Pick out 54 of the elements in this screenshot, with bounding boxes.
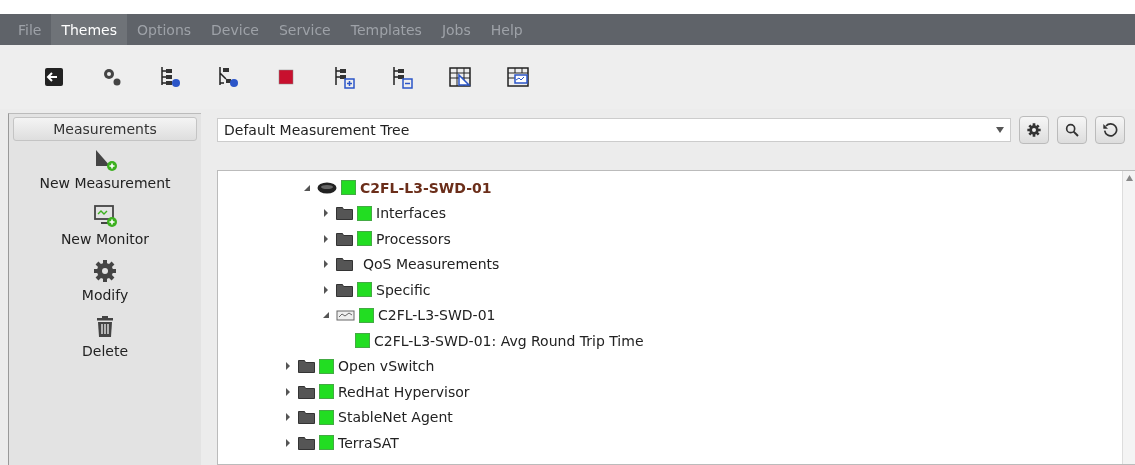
folder-icon [336,282,353,297]
folder-icon [336,257,353,272]
folder-icon [298,435,315,450]
expand-arrow-icon[interactable] [322,260,330,269]
table-ruler-icon [448,65,472,89]
refresh-icon [1102,122,1118,138]
monitor-icon [336,308,355,323]
expand-arrow-icon[interactable] [284,362,292,371]
collapse-arrow-icon[interactable] [322,311,330,320]
tree-item[interactable]: Specific [376,281,431,298]
scrollbar[interactable] [1122,171,1135,464]
expand-arrow-icon[interactable] [322,209,330,218]
exit-icon [42,65,66,89]
folder-icon [298,359,315,374]
dropdown-arrow-icon [996,127,1004,133]
action-button[interactable]: Modify [81,287,129,303]
table-monitor-icon [506,65,530,89]
search-button[interactable] [1057,116,1087,144]
tree-item[interactable]: C2FL-L3-SWD-01 [360,179,492,196]
scroll-up-icon [1125,175,1133,181]
folder-icon [298,384,315,399]
folder-icon [298,410,315,425]
collapse-arrow-icon[interactable] [303,183,311,192]
tree-item[interactable]: Processors [376,230,451,247]
tree-add-icon [332,65,356,89]
menu-item[interactable]: Themes [51,14,128,45]
tree-item[interactable]: Open vSwitch [338,358,435,375]
tree-item[interactable]: C2FL-L3-SWD-01 [378,307,496,324]
expand-arrow-icon[interactable] [284,387,292,396]
expand-arrow-icon[interactable] [322,285,330,294]
action-button[interactable]: New Measurement [39,175,171,191]
tree-item[interactable]: TerraSAT [338,434,399,451]
refresh-button[interactable] [1095,116,1125,144]
settings-button[interactable] [1019,116,1049,144]
expand-arrow-icon[interactable] [322,234,330,243]
monitor-add-icon [93,203,117,227]
action-button[interactable]: Delete [82,343,128,359]
tree-item[interactable]: QoS Measurements [363,256,500,273]
tree-item[interactable]: StableNet Agent [338,409,453,426]
tree-dropdown[interactable]: Default Measurement Tree [217,118,1011,142]
search-icon [1064,122,1080,138]
tree-item[interactable]: RedHat Hypervisor [338,383,470,400]
router-icon [317,181,337,194]
expand-arrow-icon[interactable] [284,438,292,447]
tree-settings-icon [158,65,182,89]
tree-item[interactable]: C2FL-L3-SWD-01: Avg Round Trip Time [374,332,644,349]
folder-icon [336,206,353,221]
tree-remove-icon [390,65,414,89]
action-button[interactable]: New Monitor [60,231,150,247]
tree-item[interactable]: Interfaces [376,205,446,222]
panel-header: Measurements [13,117,197,141]
tree-settings-icon [216,65,240,89]
folder-icon [336,231,353,246]
expand-arrow-icon[interactable] [284,413,292,422]
